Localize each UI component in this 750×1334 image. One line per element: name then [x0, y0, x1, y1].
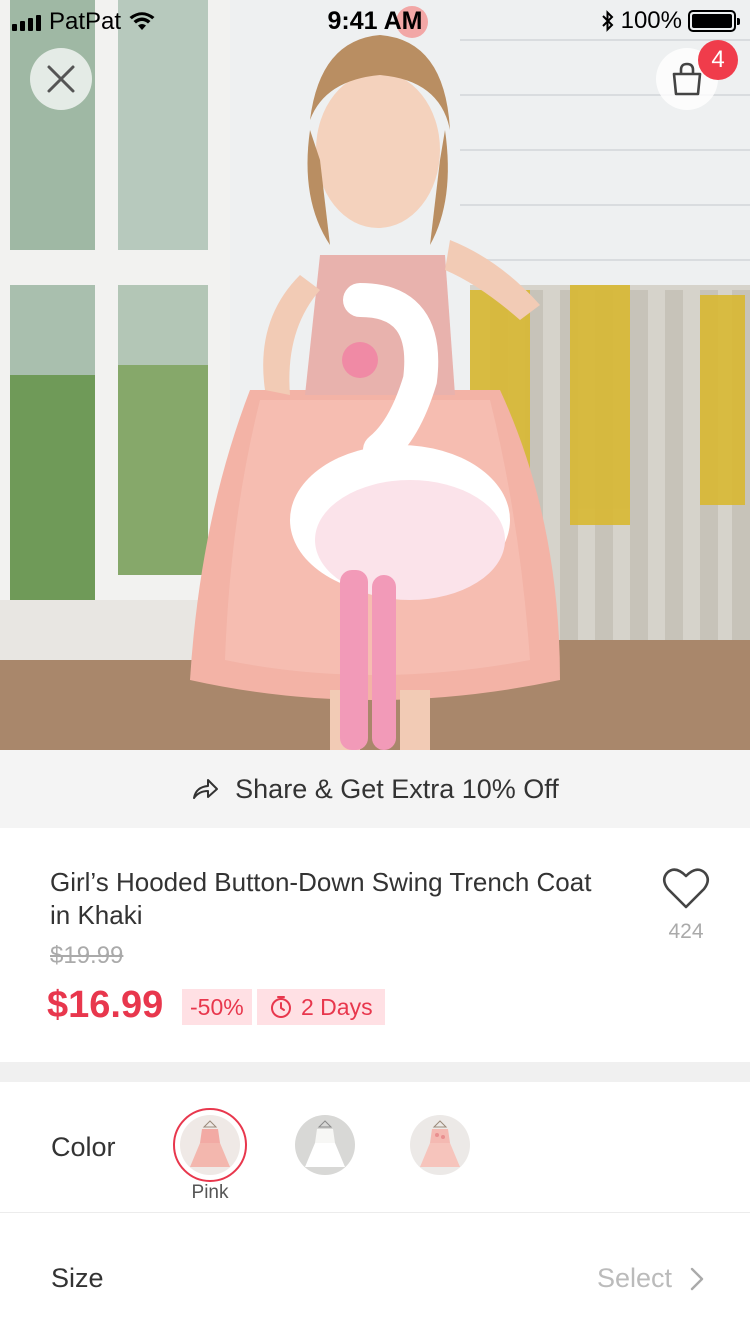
selected-color-name: Pink	[191, 1182, 229, 1203]
share-arrow-icon	[193, 779, 219, 799]
pink-floral-dress-thumbnail	[410, 1115, 470, 1175]
cart-count-badge: 4	[698, 40, 738, 80]
bluetooth-icon	[601, 10, 614, 32]
color-swatch-pink[interactable]	[180, 1115, 240, 1175]
color-swatch-pink-floral[interactable]	[410, 1115, 470, 1175]
timer-icon	[271, 996, 291, 1018]
close-button[interactable]	[30, 48, 92, 110]
chevron-right-icon	[690, 1267, 704, 1290]
size-selector-row[interactable]: Size Select	[0, 1213, 750, 1334]
product-title: Girl’s Hooded Button-Down Swing Trench C…	[50, 867, 592, 930]
sale-price: $16.99	[47, 984, 164, 1026]
share-label: Share & Get Extra 10% Off	[235, 773, 559, 804]
heart-icon[interactable]	[662, 866, 710, 910]
countdown-label: 2 Days	[301, 993, 373, 1020]
color-swatch-white[interactable]	[295, 1115, 355, 1175]
battery-icon	[688, 10, 740, 32]
share-banner[interactable]: Share & Get Extra 10% Off	[0, 750, 750, 828]
favorite-count: 424	[668, 920, 704, 943]
discount-badge: -50%	[182, 989, 252, 1025]
close-icon	[47, 65, 75, 93]
status-bar: PatPat 9:41 AM 100%	[0, 0, 750, 40]
color-selector: Color Pink	[0, 1082, 750, 1212]
size-label: Size	[51, 1263, 104, 1293]
original-price: $19.99	[50, 942, 124, 969]
discount-label: -50%	[190, 993, 244, 1020]
product-info: Girl’s Hooded Button-Down Swing Trench C…	[0, 828, 750, 1062]
battery-percent: 100%	[620, 7, 682, 34]
pink-dress-thumbnail	[180, 1115, 240, 1175]
product-photo	[0, 0, 750, 750]
status-right: 100%	[601, 7, 740, 35]
size-select-label: Select	[596, 1263, 672, 1293]
white-dress-thumbnail	[295, 1115, 355, 1175]
color-label: Color	[51, 1132, 116, 1162]
size-select-button[interactable]: Select	[597, 1263, 704, 1294]
countdown-badge: 2 Days	[257, 989, 385, 1025]
product-image[interactable]	[0, 0, 750, 750]
section-divider	[0, 1062, 750, 1082]
